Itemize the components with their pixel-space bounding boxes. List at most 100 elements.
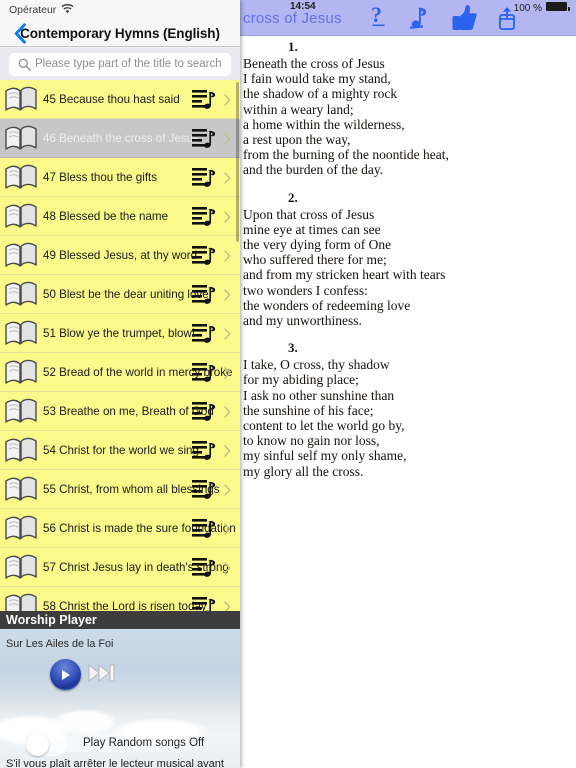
player-header: Worship Player (0, 611, 240, 629)
hymn-item-label: 53 Breathe on me, Breath of God (43, 404, 214, 418)
book-icon (3, 240, 39, 270)
master-navigation-bar: Contemporary Hymns (English) (0, 20, 240, 47)
play-music-icon[interactable] (192, 518, 218, 540)
book-icon (3, 201, 39, 231)
status-bar-left: Opérateur (0, 0, 240, 20)
hymn-list-item[interactable]: 49 Blessed Jesus, at thy word (0, 236, 240, 275)
chevron-right-icon (224, 171, 231, 184)
hymn-list-item[interactable]: 56 Christ is made the sure foundation (0, 509, 240, 548)
chevron-right-icon (224, 561, 231, 574)
hymn-list-item[interactable]: 50 Blest be the dear uniting love (0, 275, 240, 314)
play-music-icon[interactable] (192, 167, 218, 189)
chevron-right-icon (224, 249, 231, 262)
book-icon (3, 357, 39, 387)
worship-player: Worship Player Sur Les Ailes de la Foi P… (0, 611, 240, 768)
book-icon (3, 162, 39, 192)
chevron-right-icon (224, 132, 231, 145)
player-body: Sur Les Ailes de la Foi Play Random song… (0, 629, 240, 768)
random-toggle-row: Play Random songs Off (0, 729, 240, 757)
book-icon (3, 318, 39, 348)
list-scrollbar[interactable] (236, 82, 239, 242)
search-placeholder: Please type part of the title to search (35, 58, 222, 70)
chevron-right-icon (224, 288, 231, 301)
chevron-right-icon (224, 522, 231, 535)
chevron-right-icon (224, 327, 231, 340)
hymn-list-item[interactable]: 53 Breathe on me, Breath of God (0, 392, 240, 431)
hymn-item-label: 49 Blessed Jesus, at thy word (43, 248, 198, 262)
play-music-icon[interactable] (192, 245, 218, 267)
battery-full-icon (546, 2, 570, 14)
book-icon (3, 552, 39, 582)
hymn-list-item[interactable]: 51 Blow ye the trumpet, blow! (0, 314, 240, 353)
hymn-list-item[interactable]: 58 Christ the Lord is risen today (0, 587, 240, 611)
hymn-list-item[interactable]: 54 Christ for the world we sing (0, 431, 240, 470)
hymn-list-item[interactable]: 45 Because thou hast said (0, 80, 240, 119)
hymn-list-item[interactable]: 55 Christ, from whom all blessings (0, 470, 240, 509)
play-music-icon[interactable] (192, 479, 218, 501)
hymn-list-pane: Opérateur Contemporary Hymns (English) P… (0, 0, 240, 768)
book-icon (3, 123, 39, 153)
search-icon (18, 58, 31, 71)
play-music-icon[interactable] (192, 284, 218, 306)
play-random-label: Play Random songs Off (83, 737, 205, 749)
chevron-right-icon (224, 93, 231, 106)
detail-toolbar: ? (363, 2, 522, 33)
chevron-right-icon (224, 483, 231, 496)
play-music-icon[interactable] (192, 401, 218, 423)
status-bar-battery-group: 100 % (514, 2, 570, 14)
back-button[interactable] (7, 20, 33, 47)
play-music-icon[interactable] (192, 440, 218, 462)
chevron-right-icon (224, 444, 231, 457)
book-icon (3, 513, 39, 543)
search-bar: Please type part of the title to search (0, 48, 240, 80)
hymn-item-label: 47 Bless thou the gifts (43, 170, 158, 184)
svg-text:?: ? (371, 5, 382, 27)
hymn-list[interactable]: 45 Because thou hast said 46 Beneath the… (0, 80, 240, 611)
play-random-toggle[interactable] (24, 730, 67, 756)
book-icon (3, 396, 39, 426)
book-icon (3, 279, 39, 309)
play-music-icon[interactable] (192, 557, 218, 579)
hymn-item-label: 54 Christ for the world we sing (43, 443, 199, 457)
battery-percent-label: 100 % (513, 2, 542, 14)
page-title: Contemporary Hymns (English) (20, 25, 220, 41)
detail-title: cross of Jesus (243, 10, 342, 27)
play-music-icon[interactable] (192, 362, 218, 384)
next-track-button[interactable] (88, 660, 119, 686)
hymn-item-label: 45 Because thou hast said (43, 92, 180, 106)
play-music-icon[interactable] (192, 89, 218, 111)
hymn-list-item[interactable]: 47 Bless thou the gifts (0, 158, 240, 197)
toggle-knob (26, 732, 49, 756)
book-icon (3, 435, 39, 465)
hymn-list-item[interactable]: 57 Christ Jesus lay in death's strong (0, 548, 240, 587)
book-icon (3, 591, 39, 611)
help-icon[interactable]: ? (363, 2, 393, 33)
hymn-item-label: 48 Blessed be the name (43, 209, 169, 223)
play-music-icon[interactable] (192, 323, 218, 345)
thumbs-up-icon[interactable] (449, 2, 479, 33)
carrier-label: Opérateur (9, 4, 57, 16)
play-music-icon[interactable] (192, 128, 218, 150)
wifi-icon (61, 1, 74, 19)
play-music-icon[interactable] (192, 206, 218, 228)
hymn-item-label: 50 Blest be the dear uniting love (43, 287, 209, 301)
chevron-right-icon (224, 366, 231, 379)
chevron-right-icon (224, 405, 231, 418)
hymn-list-item[interactable]: 48 Blessed be the name (0, 197, 240, 236)
play-button[interactable] (50, 659, 81, 690)
search-input[interactable]: Please type part of the title to search (9, 52, 231, 76)
app-screen: 14:54 cross of Jesus ? 100 % 1. Beneath … (0, 0, 576, 768)
hymn-item-label: 51 Blow ye the trumpet, blow! (43, 326, 196, 340)
player-note: S'il vous plaît arrêter le lecteur music… (6, 758, 224, 768)
hymn-item-label: 46 Beneath the cross of Jesus (43, 131, 199, 145)
book-icon (3, 84, 39, 114)
book-icon (3, 474, 39, 504)
hymn-list-item[interactable]: 46 Beneath the cross of Jesus (0, 119, 240, 158)
music-note-icon[interactable] (406, 2, 436, 33)
chevron-right-icon (224, 600, 231, 611)
player-track-name: Sur Les Ailes de la Foi (6, 638, 114, 650)
play-music-icon[interactable] (192, 596, 218, 611)
hymn-list-item[interactable]: 52 Bread of the world in mercy broke (0, 353, 240, 392)
chevron-right-icon (224, 210, 231, 223)
hymn-item-label: 58 Christ the Lord is risen today (43, 599, 207, 612)
